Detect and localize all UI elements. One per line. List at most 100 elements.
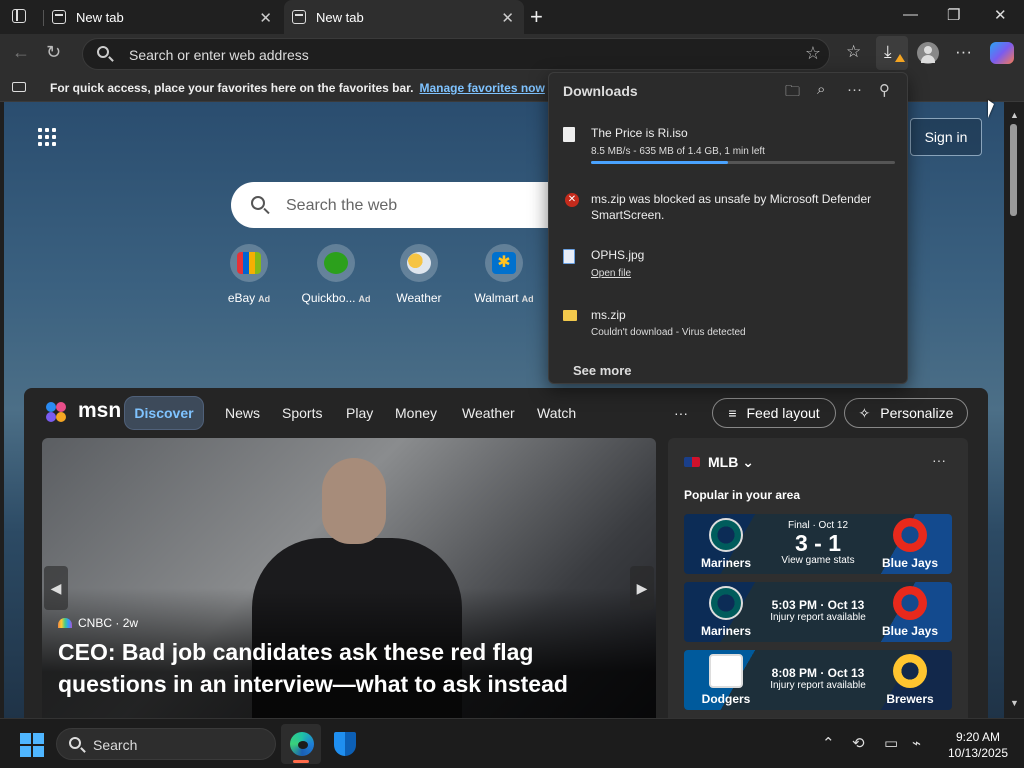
nav-sports[interactable]: Sports (282, 405, 322, 421)
game-time: 8:08 PM · Oct 13 (771, 666, 865, 680)
downloads-panel: Downloads 🗀 ⌕ ··· ⚲ The Price is Ri.iso … (548, 72, 908, 384)
scroll-down-icon[interactable]: ▼ (1010, 698, 1019, 708)
network-icon[interactable]: ⌁ (912, 734, 921, 752)
article-headline[interactable]: CEO: Bad job candidates ask these red fl… (58, 636, 648, 700)
game-card[interactable]: Mariners 5:03 PM · Oct 13 Injury report … (684, 582, 952, 642)
more-icon[interactable]: ··· (955, 42, 972, 62)
display-icon[interactable]: ▭ (884, 734, 898, 752)
feed-layout-button[interactable]: ≡ Feed layout (712, 398, 836, 428)
security-taskbar-button[interactable] (323, 724, 363, 764)
tab-new-tab-1[interactable]: New tab ✕ (44, 0, 282, 34)
league-selector[interactable]: MLB ⌄ (684, 454, 754, 471)
nav-watch[interactable]: Watch (537, 405, 576, 421)
manage-favorites-link[interactable]: Manage favorites now (419, 81, 544, 95)
open-folder-icon[interactable]: 🗀 (785, 81, 800, 106)
walmart-icon: ✱ (485, 244, 523, 282)
address-bar[interactable]: Search or enter web address ☆ (82, 38, 830, 70)
download-status: Couldn't download - Virus detected (591, 327, 746, 338)
scroll-thumb[interactable] (1010, 124, 1017, 216)
taskbar-search-label: Search (93, 737, 138, 753)
scroll-up-icon[interactable]: ▲ (1010, 110, 1019, 120)
browser-toolbar: ← ↻ Search or enter web address ☆ ☆ ⤓ ··… (0, 34, 1024, 74)
card-more-icon[interactable]: ··· (932, 452, 946, 468)
msn-wordmark: msn (78, 399, 122, 422)
carousel-prev-button[interactable]: ◀ (44, 566, 68, 610)
search-placeholder: Search the web (286, 197, 398, 214)
nav-discover[interactable]: Discover (124, 396, 204, 430)
sliders-icon: ≡ (728, 405, 737, 421)
apps-launcher-icon[interactable] (38, 128, 58, 148)
downloads-button[interactable]: ⤓ (876, 36, 908, 70)
start-button[interactable] (20, 733, 44, 757)
web-search-input[interactable]: Search the web (231, 182, 571, 228)
add-favorite-star-icon[interactable]: ☆ (805, 43, 821, 64)
minimize-button[interactable]: — (903, 6, 918, 23)
game-card[interactable]: Dodgers 8:08 PM · Oct 13 Injury report a… (684, 650, 952, 710)
favorites-icon[interactable]: ☆ (846, 42, 861, 62)
article-age: · 2w (115, 616, 139, 630)
quick-link-label: eBay (227, 291, 256, 305)
tab-title: New tab (316, 9, 364, 25)
see-more-link[interactable]: See more (573, 363, 632, 378)
edge-taskbar-button[interactable] (281, 724, 321, 764)
away-team: Brewers (886, 692, 934, 706)
ebay-icon (230, 244, 268, 282)
quick-link-quickbooks[interactable]: Quickbo... Ad (296, 244, 376, 305)
search-icon (97, 46, 109, 58)
ad-badge: Ad (358, 294, 371, 304)
edge-icon (290, 732, 314, 756)
nav-weather[interactable]: Weather (462, 405, 515, 421)
quick-link-weather[interactable]: Weather (379, 244, 459, 305)
hero-article[interactable]: ◀ ▶ CNBC · 2w CEO: Bad job candidates as… (42, 438, 656, 718)
nav-money[interactable]: Money (395, 405, 437, 421)
nav-more-icon[interactable]: ··· (674, 405, 688, 421)
carousel-next-button[interactable]: ▶ (630, 566, 654, 610)
feed-layout-label: Feed layout (746, 405, 820, 421)
new-tab-button[interactable]: + (530, 4, 543, 30)
desktop: New tab ✕ New tab ✕ + — ❐ ✕ ← ↻ Search o… (0, 0, 1024, 768)
personalize-button[interactable]: ✧ Personalize (844, 398, 968, 428)
favorites-bar-message: For quick access, place your favorites h… (50, 81, 545, 95)
pin-icon[interactable]: ⚲ (879, 81, 890, 99)
close-tab-icon[interactable]: ✕ (501, 9, 514, 27)
sign-in-button[interactable]: Sign in (910, 118, 982, 156)
mariners-logo-icon (709, 518, 743, 552)
downloads-more-icon[interactable]: ··· (847, 81, 862, 98)
profile-avatar[interactable] (917, 42, 939, 64)
msn-logo[interactable]: msn (46, 399, 121, 422)
open-file-link[interactable]: Open file (591, 268, 631, 279)
refresh-button[interactable]: ↻ (46, 42, 61, 63)
quick-link-walmart[interactable]: ✱ Walmart Ad (464, 244, 544, 305)
page-scrollbar[interactable]: ▲ ▼ (1004, 102, 1024, 718)
download-arrow-icon: ⤓ (884, 42, 892, 61)
download-progress (591, 161, 895, 164)
nav-news[interactable]: News (225, 405, 260, 421)
search-downloads-icon[interactable]: ⌕ (817, 81, 825, 98)
address-placeholder: Search or enter web address (129, 47, 309, 63)
quick-link-label: Quickbo... (301, 291, 356, 305)
chevron-up-icon[interactable]: ⌃ (822, 734, 835, 752)
restore-button[interactable]: ❐ (947, 6, 960, 24)
away-team: Blue Jays (881, 556, 939, 570)
cnbc-logo-icon (58, 618, 72, 628)
home-team: Mariners (700, 556, 752, 570)
taskbar-search[interactable]: Search (56, 728, 276, 760)
quick-link-ebay[interactable]: eBay Ad (209, 244, 289, 305)
download-name: The Price is Ri.iso (591, 126, 688, 140)
close-tab-icon[interactable]: ✕ (259, 9, 272, 27)
sync-icon[interactable]: ⟲ (852, 734, 865, 752)
image-file-icon (563, 249, 575, 264)
away-team: Blue Jays (881, 624, 939, 638)
weather-icon (400, 244, 438, 282)
back-button[interactable]: ← (12, 42, 30, 63)
personalize-label: Personalize (880, 405, 954, 421)
close-window-button[interactable]: ✕ (994, 6, 1007, 24)
tab-actions-button[interactable] (8, 7, 30, 27)
clock[interactable]: 9:20 AM 10/13/2025 (940, 729, 1016, 761)
tab-favicon-icon (52, 10, 66, 24)
game-card[interactable]: Mariners Final · Oct 12 3 - 1 View game … (684, 514, 952, 574)
tab-new-tab-2-active[interactable]: New tab ✕ (284, 0, 524, 34)
tab-actions-icon (12, 9, 26, 23)
nav-play[interactable]: Play (346, 405, 373, 421)
copilot-icon[interactable] (990, 42, 1014, 64)
